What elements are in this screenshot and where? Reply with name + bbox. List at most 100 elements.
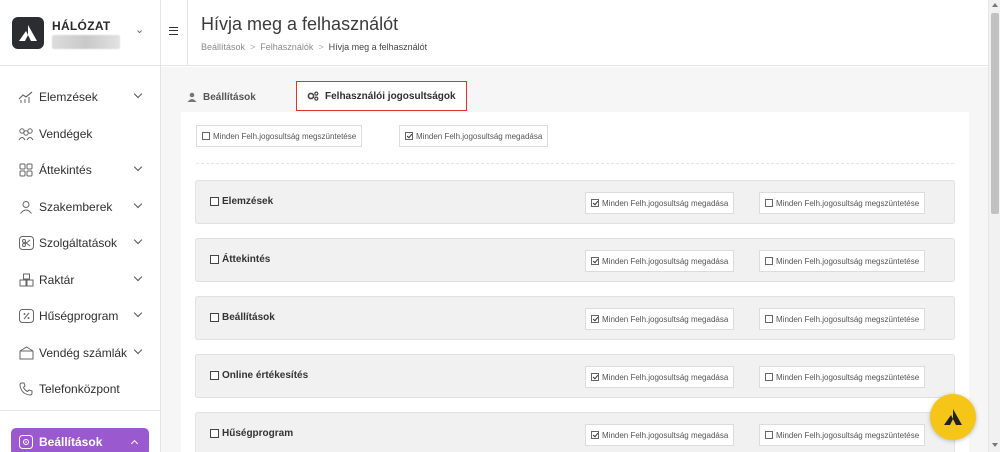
section-checkbox[interactable]: Hűségprogram	[210, 428, 293, 439]
button-label: Minden Felh.jogosultság megszüntetése	[776, 198, 920, 208]
permissions-panel: Minden Felh.jogosultság megszüntetése Mi…	[181, 112, 969, 452]
tab-bar: Beállítások Felhasználói jogosultságok	[161, 79, 988, 113]
chevron-down-icon	[133, 272, 143, 281]
button-label: Minden Felh.jogosultság megszüntetése	[776, 314, 920, 324]
sidebar-item-elemzesek[interactable]: Elemzések	[0, 79, 161, 116]
permission-section-beallitasok: Beállítások Minden Felh.jogosultság mega…	[195, 296, 955, 340]
breadcrumb-item[interactable]: Felhasználók	[260, 42, 313, 52]
grant-section-button[interactable]: Minden Felh.jogosultság megadása	[585, 308, 735, 330]
permission-section-elemzesek: Elemzések Minden Felh.jogosultság megadá…	[195, 180, 955, 224]
breadcrumb-item[interactable]: Beállítások	[201, 42, 245, 52]
section-title: Elemzések	[222, 196, 274, 207]
checkbox-icon[interactable]	[210, 255, 219, 264]
revoke-all-permissions-button[interactable]: Minden Felh.jogosultság megszüntetése	[196, 125, 363, 147]
help-chat-fab[interactable]	[930, 394, 976, 440]
section-title: Online értékesítés	[222, 370, 309, 381]
sidebar-item-label: Áttekintés	[39, 163, 92, 178]
revoke-section-button[interactable]: Minden Felh.jogosultság megszüntetése	[759, 192, 926, 214]
phone-icon	[18, 381, 34, 397]
sidebar-item-vendegek[interactable]: Vendégek	[0, 116, 161, 153]
scroll-up-arrow-icon[interactable]	[992, 3, 998, 7]
checkbox-icon	[765, 431, 773, 439]
sidebar-item-label: Beállítások	[39, 435, 103, 449]
grant-section-button[interactable]: Minden Felh.jogosultság megadása	[585, 192, 735, 214]
revoke-section-button[interactable]: Minden Felh.jogosultság megszüntetése	[759, 308, 926, 330]
button-label: Minden Felh.jogosultság megszüntetése	[213, 131, 357, 141]
sidebar-item-label: Vendég számlák	[39, 345, 128, 360]
page-scrollbar[interactable]	[988, 0, 1000, 452]
sidebar-item-szakemberek[interactable]: Szakemberek	[0, 189, 161, 226]
permission-section-online-ertekesites: Online értékesítés Minden Felh.jogosults…	[195, 354, 955, 398]
sidebar-item-beallitasok[interactable]: Beállítások	[11, 428, 149, 452]
sidebar-item-szolgaltatasok[interactable]: Szolgáltatások	[0, 225, 161, 262]
checkbox-icon[interactable]	[210, 429, 219, 438]
checked-checkbox-icon	[591, 315, 599, 323]
scissors-icon	[18, 235, 34, 251]
sidebar-item-label: Elemzések	[39, 90, 98, 105]
button-label: Minden Felh.jogosultság megadása	[416, 131, 543, 141]
grant-section-button[interactable]: Minden Felh.jogosultság megadása	[585, 424, 735, 446]
revoke-section-button[interactable]: Minden Felh.jogosultság megszüntetése	[759, 250, 926, 272]
sidebar-item-husegprogram[interactable]: Hűségprogram	[0, 298, 161, 335]
section-title: Beállítások	[222, 312, 275, 323]
sidebar-divider	[0, 410, 161, 411]
button-label: Minden Felh.jogosultság megadása	[602, 314, 729, 324]
checkbox-icon[interactable]	[210, 371, 219, 380]
button-label: Minden Felh.jogosultság megadása	[602, 430, 729, 440]
section-checkbox[interactable]: Áttekintés	[210, 254, 270, 265]
hamburger-menu-icon[interactable]	[169, 27, 178, 35]
guests-icon	[18, 126, 34, 142]
breadcrumb: Beállítások > Felhasználók > Hívja meg a fel…	[201, 42, 427, 52]
chevron-down-icon	[133, 199, 143, 208]
tab-felhasznaloi-jogosultsagok[interactable]: Felhasználói jogosultságok	[296, 81, 467, 111]
section-checkbox[interactable]: Online értékesítés	[210, 370, 308, 381]
checkbox-icon[interactable]	[210, 197, 219, 206]
section-checkbox[interactable]: Beállítások	[210, 312, 275, 323]
sidebar-item-label: Hűségprogram	[39, 309, 119, 324]
checkbox-icon	[202, 132, 210, 140]
sidebar-item-attekintes[interactable]: Áttekintés	[0, 152, 161, 189]
button-label: Minden Felh.jogosultság megadása	[602, 372, 729, 382]
chevron-down-icon	[133, 308, 143, 318]
scroll-down-arrow-icon[interactable]	[992, 443, 998, 447]
grant-section-button[interactable]: Minden Felh.jogosultság megadása	[585, 366, 735, 388]
sidebar-nav: Elemzések Vendégek Áttekintés Szakembere…	[0, 79, 161, 408]
sidebar-item-telefonkozpont[interactable]: Telefonközpont	[0, 371, 161, 408]
chevron-up-icon	[130, 439, 139, 448]
checked-checkbox-icon	[591, 431, 599, 439]
sidebar-item-label: Raktár	[39, 272, 75, 287]
section-title: Hűségprogram	[222, 428, 294, 439]
brand-subtitle-redacted	[52, 35, 120, 49]
button-label: Minden Felh.jogosultság megszüntetése	[776, 430, 920, 440]
brand-switcher[interactable]: HÁLÓZAT ⌄	[0, 0, 161, 66]
checked-checkbox-icon	[405, 132, 413, 140]
header-divider	[187, 0, 188, 66]
brand-name: HÁLÓZAT	[52, 19, 111, 33]
revoke-section-button[interactable]: Minden Felh.jogosultság megszüntetése	[759, 366, 926, 388]
button-label: Minden Felh.jogosultság megadása	[602, 256, 729, 266]
permission-section-attekintes: Áttekintés Minden Felh.jogosultság megad…	[195, 238, 955, 282]
scrollbar-thumb[interactable]	[991, 13, 999, 214]
analytics-icon	[18, 89, 34, 105]
grant-all-permissions-button[interactable]: Minden Felh.jogosultság megadása	[399, 125, 549, 147]
tab-label: Beállítások	[203, 91, 256, 103]
main-content: Beállítások Felhasználói jogosultságok M…	[161, 67, 988, 452]
sidebar-item-label: Szolgáltatások	[39, 236, 118, 251]
grant-section-button[interactable]: Minden Felh.jogosultság megadása	[585, 250, 735, 272]
person-icon	[18, 199, 34, 215]
revoke-section-button[interactable]: Minden Felh.jogosultság megszüntetése	[759, 424, 926, 446]
user-icon	[187, 92, 197, 102]
sidebar-item-label: Szakemberek	[39, 199, 113, 214]
checked-checkbox-icon	[591, 199, 599, 207]
tab-label: Felhasználói jogosultságok	[325, 90, 456, 102]
sidebar-item-vendeg-szamlak[interactable]: Vendég számlák	[0, 335, 161, 372]
tab-beallitasok[interactable]: Beállítások	[187, 83, 256, 111]
invoice-icon	[18, 345, 34, 361]
section-checkbox[interactable]: Elemzések	[210, 196, 273, 207]
chevron-down-icon	[133, 162, 143, 172]
sidebar-item-raktar[interactable]: Raktár	[0, 262, 161, 299]
brand-logo-icon	[19, 25, 37, 41]
checkbox-icon[interactable]	[210, 313, 219, 322]
checkbox-icon	[765, 315, 773, 323]
chevron-down-icon[interactable]: ⌄	[135, 23, 144, 36]
